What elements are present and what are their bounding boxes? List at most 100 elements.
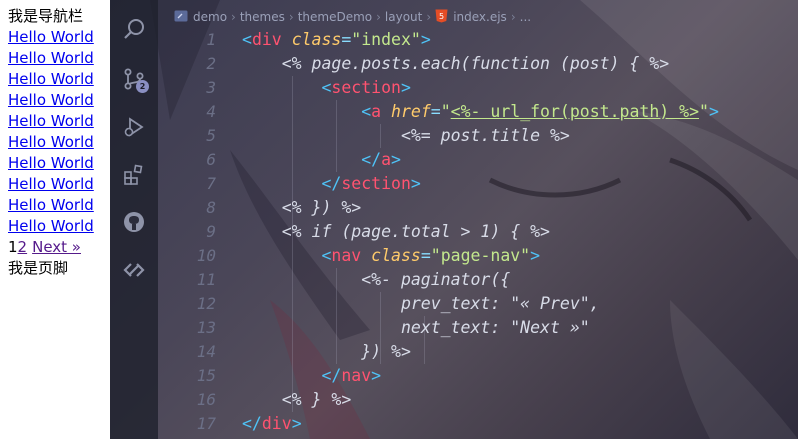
- line-source: <% page.posts.each(function (post) { %>: [242, 52, 669, 76]
- code-token: </: [242, 414, 262, 433]
- line-source: <%- paginator({: [242, 268, 510, 292]
- code-token: <% page.posts.each(function (post) { %>: [242, 54, 670, 73]
- breadcrumb-layout[interactable]: layout: [385, 10, 422, 24]
- line-number: 14: [196, 342, 216, 361]
- line-number: 12: [196, 294, 216, 313]
- line-source: <%= post.title %>: [242, 124, 570, 148]
- post-list-item: Hello World: [8, 111, 110, 132]
- source-control-icon[interactable]: 2: [121, 66, 149, 93]
- code-token: >: [708, 102, 719, 121]
- code-token: next_text: "Next »": [242, 318, 590, 337]
- line-number: 5: [206, 126, 216, 145]
- chevron-right-icon: ›: [288, 10, 294, 24]
- post-title-link[interactable]: Hello World: [8, 112, 94, 130]
- code-token: "index": [351, 30, 421, 49]
- code-token: =: [420, 246, 431, 265]
- line-number: 8: [206, 198, 216, 217]
- code-token: </: [361, 150, 382, 169]
- post-list-item: Hello World: [8, 69, 110, 90]
- post-title-link[interactable]: Hello World: [8, 49, 94, 67]
- pagination: 12 Next »: [8, 237, 110, 258]
- post-title-link[interactable]: Hello World: [8, 217, 94, 235]
- code-token: <%- paginator({: [242, 270, 511, 289]
- activity-bar: 2: [110, 0, 158, 439]
- code-area[interactable]: 1 <div class="index"> 2 <% page.posts.each…: [158, 28, 798, 439]
- html-file-icon: 5: [435, 9, 448, 26]
- post-list-item: Hello World: [8, 27, 110, 48]
- code-token: ": [440, 102, 451, 121]
- debug-icon[interactable]: [121, 114, 147, 140]
- post-list-item: Hello World: [8, 153, 110, 174]
- source-control-badge: 2: [136, 80, 149, 93]
- post-title-link[interactable]: Hello World: [8, 91, 94, 109]
- post-title-link[interactable]: Hello World: [8, 154, 94, 172]
- post-title-link[interactable]: Hello World: [8, 196, 94, 214]
- code-line: 3 <section>: [158, 76, 798, 100]
- line-number: 2: [206, 54, 216, 73]
- post-list-item: Hello World: [8, 216, 110, 237]
- code-line: 4 <a href="<%- url_for(post.path) %>">: [158, 100, 798, 124]
- search-icon[interactable]: [121, 16, 147, 42]
- code-line: 17 </div>: [158, 412, 798, 436]
- post-list-item: Hello World: [8, 195, 110, 216]
- code-token: >: [291, 414, 302, 433]
- code-line: 16 <% } %>: [158, 388, 798, 412]
- post-title-link[interactable]: Hello World: [8, 175, 94, 193]
- post-title-link[interactable]: Hello World: [8, 133, 94, 151]
- breadcrumb-demo[interactable]: demo: [193, 10, 227, 24]
- code-token: <% if (page.total > 1) { %>: [242, 222, 550, 241]
- line-source: </nav>: [242, 364, 381, 388]
- code-line: 13 next_text: "Next »": [158, 316, 798, 340]
- code-token: <: [321, 246, 332, 265]
- code-editor: 2 demo › themes › themeDemo › layout › 5…: [110, 0, 798, 439]
- next-page-link[interactable]: Next »: [32, 238, 81, 256]
- nav-bar-text: 我是导航栏: [8, 7, 84, 25]
- line-number: 17: [196, 414, 216, 433]
- code-token: nav: [341, 366, 372, 385]
- code-token: a: [371, 102, 382, 121]
- line-source: <div class="index">: [242, 28, 431, 52]
- code-token: <%= post.title %>: [242, 126, 570, 145]
- code-token: <: [242, 30, 252, 49]
- code-line: 2 <% page.posts.each(function (post) { %…: [158, 52, 798, 76]
- page-current: 1: [8, 238, 18, 256]
- folder-icon: [174, 10, 188, 25]
- footer-text: 我是页脚: [8, 259, 69, 277]
- code-line: 5 <%= post.title %>: [158, 124, 798, 148]
- code-token: nav: [331, 246, 362, 265]
- line-number: 3: [206, 78, 216, 97]
- breadcrumb-themedemo[interactable]: themeDemo: [298, 10, 372, 24]
- breadcrumb-symbols[interactable]: ...: [520, 10, 531, 24]
- code-token: <: [321, 78, 332, 97]
- code-token: >: [420, 30, 431, 49]
- line-source: prev_text: "« Prev",: [242, 292, 600, 316]
- line-source: <% if (page.total > 1) { %>: [242, 220, 550, 244]
- breadcrumb: demo › themes › themeDemo › layout › 5 i…: [174, 7, 531, 27]
- post-title-link[interactable]: Hello World: [8, 70, 94, 88]
- code-line: 9 <% if (page.total > 1) { %>: [158, 220, 798, 244]
- post-list-item: Hello World: [8, 132, 110, 153]
- post-title-link[interactable]: Hello World: [8, 28, 94, 46]
- code-line: 10 <nav class="page-nav">: [158, 244, 798, 268]
- code-line: 12 prev_text: "« Prev",: [158, 292, 798, 316]
- line-number: 13: [196, 318, 216, 337]
- remote-icon[interactable]: [121, 257, 147, 283]
- code-token: </: [321, 174, 342, 193]
- svg-text:5: 5: [439, 12, 444, 21]
- line-source: </section>: [242, 172, 420, 196]
- breadcrumb-themes[interactable]: themes: [240, 10, 285, 24]
- breadcrumb-file[interactable]: index.ejs: [453, 10, 507, 24]
- github-icon[interactable]: [121, 209, 147, 235]
- chevron-right-icon: ›: [231, 10, 236, 24]
- line-source: </a>: [242, 148, 401, 172]
- chevron-right-icon: ›: [376, 10, 381, 24]
- code-token: "page-nav": [430, 246, 531, 265]
- line-source: <% }) %>: [242, 196, 361, 220]
- extensions-icon[interactable]: [121, 162, 147, 188]
- line-number: 16: [196, 390, 216, 409]
- page-2-link[interactable]: 2: [18, 238, 28, 256]
